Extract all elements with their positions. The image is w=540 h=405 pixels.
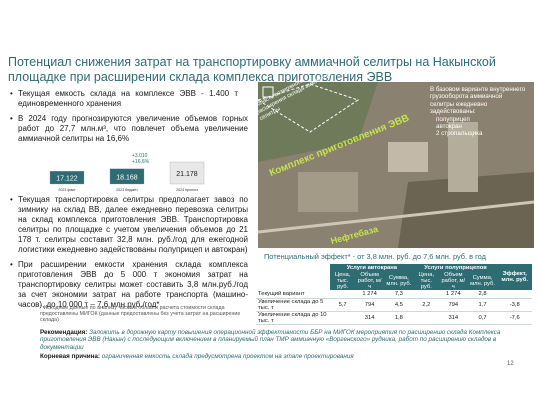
volume-chart: 17.122 2023 факт 18.168 2023 бюджет 21.178 20… xyxy=(49,153,205,192)
table-cell xyxy=(497,290,532,299)
table-cell: 1,8 xyxy=(384,311,414,325)
table-cell xyxy=(413,290,439,299)
note-item: полуприцеп xyxy=(436,115,470,123)
category-label: 2023 бюджет xyxy=(116,188,138,192)
group-crane: Услуги автокрана xyxy=(330,264,414,272)
table-cell: Увеличение склада до 10 тыс. т xyxy=(256,311,330,325)
table-cell xyxy=(330,290,356,299)
table-cell xyxy=(330,311,356,325)
footnote: * Исходные данные по анализу часов в обл… xyxy=(40,305,241,324)
base-variant-note: В базовом варианте внутреннего грузообор… xyxy=(430,86,528,138)
table-cell: -3,8 xyxy=(497,298,532,312)
note-item: автокран xyxy=(436,123,462,131)
bullet-transport: Текущая транспортировка селитры предпола… xyxy=(10,195,248,255)
root-cause-label: Корневая причина: xyxy=(40,353,101,360)
bullet-forecast: В 2024 году прогнозируются увеличение об… xyxy=(10,114,248,144)
table-cell: 1 274 xyxy=(438,290,468,299)
table-cell: Текущий вариант xyxy=(256,290,330,299)
bar-value-label: 17.122 xyxy=(56,176,78,183)
table-row: Увеличение склада до 10 тыс. т 314 1,8 3… xyxy=(256,311,532,325)
table-cell: 1 274 xyxy=(355,290,384,299)
subhead: Цена, тыс. руб. xyxy=(413,272,439,290)
table-row: Текущий вариант 1 274 7,3 1 274 2,8 xyxy=(256,290,532,299)
page-number: 12 xyxy=(507,361,514,367)
recommendation-label: Рекомендация: xyxy=(40,329,88,336)
recommendation: Рекомендация: Заложить в дорожную карту … xyxy=(40,329,532,351)
table-cell: 1,7 xyxy=(467,298,498,312)
category-label: 2023 факт xyxy=(58,188,76,192)
table-cell: -7,6 xyxy=(497,311,532,325)
bar-value-label: 21.178 xyxy=(176,171,198,178)
group-effect: Эффект, млн. руб. xyxy=(497,264,532,290)
table-cell: 5,7 xyxy=(330,298,356,312)
table-cell: Увеличение склада до 5 тыс. т xyxy=(256,298,330,312)
subhead: Объем работ, м/ч xyxy=(438,272,468,290)
bullet-expansion: При расширении емкости хранения склада к… xyxy=(10,260,248,310)
table-cell: 314 xyxy=(355,311,384,325)
group-trailer: Услуги полуприцепов xyxy=(413,264,498,272)
subhead: Сумма, млн. руб. xyxy=(384,272,414,290)
table-cell xyxy=(413,311,439,325)
bullet-capacity: Текущая емкость склада на комплексе ЭВВ … xyxy=(10,89,238,109)
header-area xyxy=(0,0,540,50)
bar-value-label: 18.168 xyxy=(116,174,138,181)
note-title: В базовом варианте внутреннего грузообор… xyxy=(430,86,526,116)
recommendation-text: Заложить в дорожную карту повышения опер… xyxy=(40,329,501,351)
root-cause-text: ограниченная емкость склада предусмотрен… xyxy=(101,353,354,360)
table-cell: 2,2 xyxy=(413,298,439,312)
table-cell: 794 xyxy=(438,298,468,312)
page-title: Потенциал снижения затрат на транспортир… xyxy=(8,55,496,84)
potential-effect: Потенциальный эффект* - от 3,8 млн. руб.… xyxy=(264,252,486,261)
table-row: Увеличение склада до 5 тыс. т 5,7 794 4,… xyxy=(256,298,532,312)
table-cell: 7,3 xyxy=(384,290,414,299)
category-label: 2024 прогноз xyxy=(176,188,198,192)
subhead: Сумма, млн. руб. xyxy=(467,272,498,290)
table-cell: 0,7 xyxy=(467,311,498,325)
subhead: Цена, тыс. руб. xyxy=(330,272,356,290)
note-item: 2 стропальщика xyxy=(436,130,483,138)
cost-table: Услуги автокрана Услуги полуприцепов Эфф… xyxy=(256,264,532,325)
root-cause: Корневая причина: ограниченная емкость с… xyxy=(40,353,500,360)
table-cell: 794 xyxy=(355,298,384,312)
table-cell: 4,5 xyxy=(384,298,414,312)
delta-percent-annotation: +16,6% xyxy=(132,159,150,165)
table-cell: 314 xyxy=(438,311,468,325)
subhead: Объем работ, м/ч xyxy=(355,272,384,290)
table-cell: 2,8 xyxy=(467,290,498,299)
